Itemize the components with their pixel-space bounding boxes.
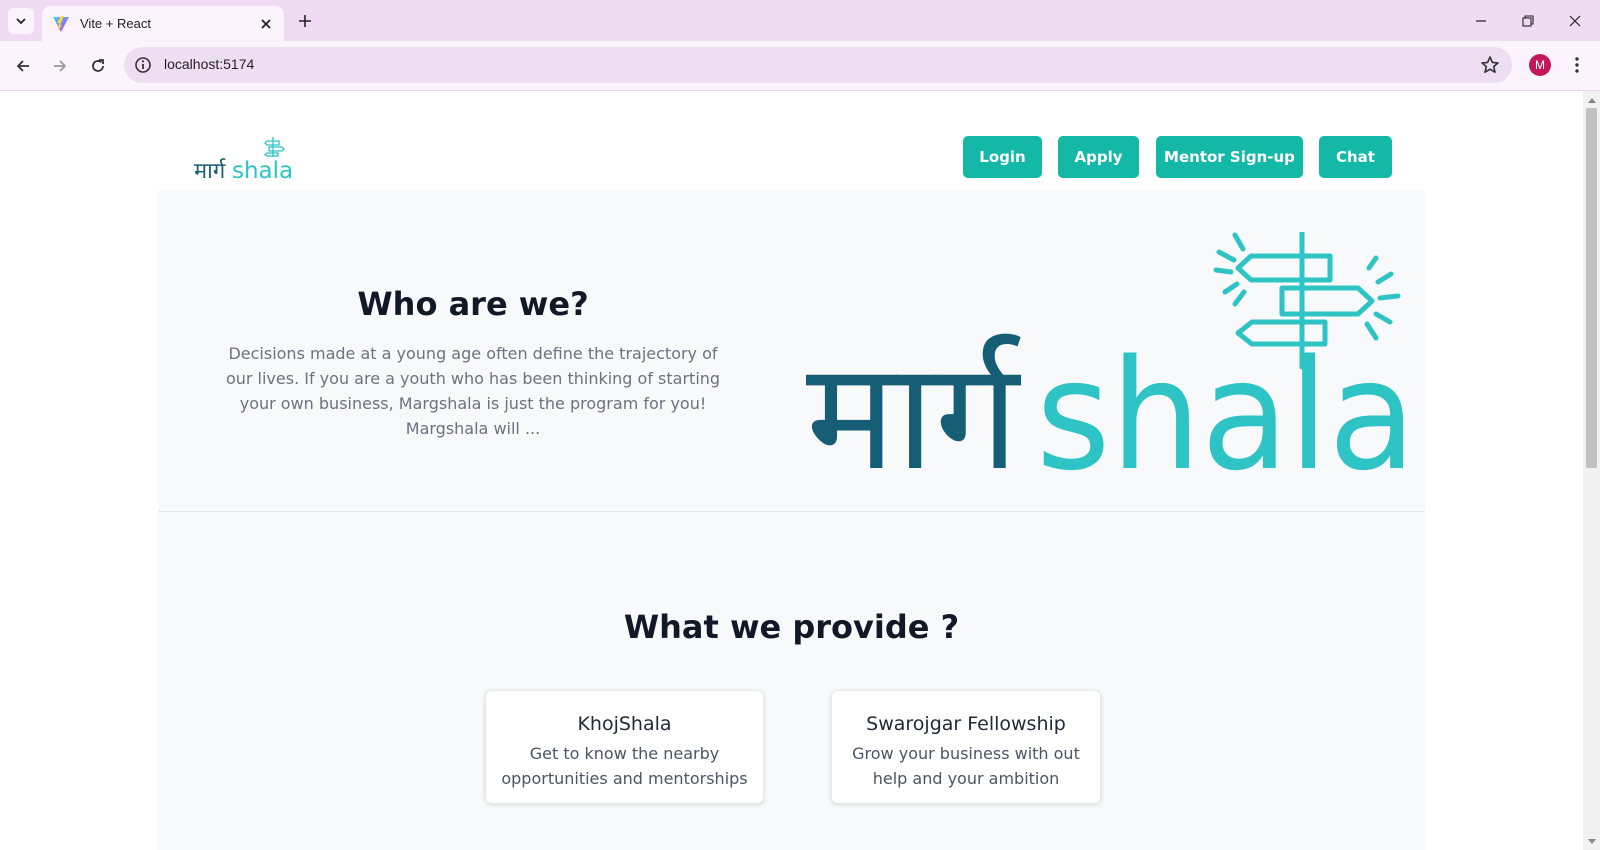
more-vert-icon	[1575, 57, 1579, 73]
window-close-button[interactable]	[1562, 8, 1588, 34]
card-description: Grow your business with out help and you…	[852, 744, 1080, 788]
arrow-down-icon	[1587, 838, 1596, 844]
services-section: What we provide ? KhojShala Get to know …	[158, 512, 1425, 850]
browser-tab[interactable]: Vite + React	[42, 6, 284, 41]
minimize-icon	[1476, 20, 1486, 22]
forward-button[interactable]	[46, 52, 74, 80]
tab-list-button[interactable]	[8, 8, 34, 34]
apply-button[interactable]: Apply	[1058, 136, 1139, 178]
tab-list-icon	[16, 18, 26, 25]
restore-icon	[1522, 15, 1534, 27]
star-icon[interactable]	[1480, 55, 1500, 75]
site-logo[interactable]: मार्ग shala	[194, 135, 304, 181]
minimize-button[interactable]	[1468, 8, 1494, 34]
scroll-thumb[interactable]	[1586, 108, 1597, 468]
reload-icon	[92, 59, 104, 72]
url-text: localhost:5174	[164, 56, 255, 72]
scroll-down-button[interactable]	[1583, 833, 1600, 850]
card-description: Get to know the nearby opportunities and…	[501, 744, 748, 788]
card-title: Swarojgar Fellowship	[866, 713, 1066, 735]
back-icon	[16, 60, 29, 72]
plus-icon	[299, 15, 311, 27]
restore-button[interactable]	[1515, 8, 1541, 34]
about-description: Decisions made at a young age often defi…	[225, 344, 721, 438]
new-tab-button[interactable]	[292, 8, 318, 34]
address-bar[interactable]: localhost:5174	[124, 47, 1512, 83]
chat-button[interactable]: Chat	[1319, 136, 1392, 178]
hero-logo-hindi: मार्ग	[806, 330, 1022, 482]
login-button[interactable]: Login	[963, 136, 1042, 178]
page-viewport: मार्ग shala Login Apply Mentor Sign-up C…	[0, 91, 1583, 850]
browser-menu-button[interactable]	[1566, 54, 1588, 76]
logo-hindi: मार्ग	[194, 158, 226, 181]
about-title: Who are we?	[357, 285, 589, 323]
arrow-up-icon	[1587, 97, 1596, 103]
logo-latin: shala	[232, 158, 293, 181]
vite-favicon-icon	[53, 15, 69, 32]
signpost-icon	[263, 137, 285, 157]
page-scrollbar[interactable]	[1583, 91, 1600, 850]
site-info-icon[interactable]	[134, 56, 152, 74]
about-section: Who are we? Decisions made at a young ag…	[158, 190, 1425, 512]
tab-close-button[interactable]	[256, 14, 276, 34]
close-icon	[261, 18, 271, 29]
card-title: KhojShala	[577, 713, 672, 735]
hero-logo: मार्ग shala	[806, 232, 1416, 482]
reload-button[interactable]	[84, 52, 112, 80]
service-card-khojshala[interactable]: KhojShala Get to know the nearby opportu…	[485, 690, 764, 804]
scroll-up-button[interactable]	[1583, 91, 1600, 108]
browser-toolbar: localhost:5174 M	[0, 41, 1600, 91]
hero-logo-latin: shala	[1036, 327, 1416, 482]
browser-tabstrip: Vite + React	[0, 0, 1600, 41]
window-close-icon	[1569, 15, 1581, 27]
service-card-swarojgar[interactable]: Swarojgar Fellowship Grow your business …	[831, 690, 1101, 804]
forward-icon	[54, 60, 67, 72]
back-button[interactable]	[9, 52, 37, 80]
tab-title: Vite + React	[80, 16, 151, 31]
mentor-signup-button[interactable]: Mentor Sign-up	[1156, 136, 1303, 178]
profile-avatar[interactable]: M	[1529, 54, 1551, 76]
services-title: What we provide ?	[623, 608, 960, 646]
